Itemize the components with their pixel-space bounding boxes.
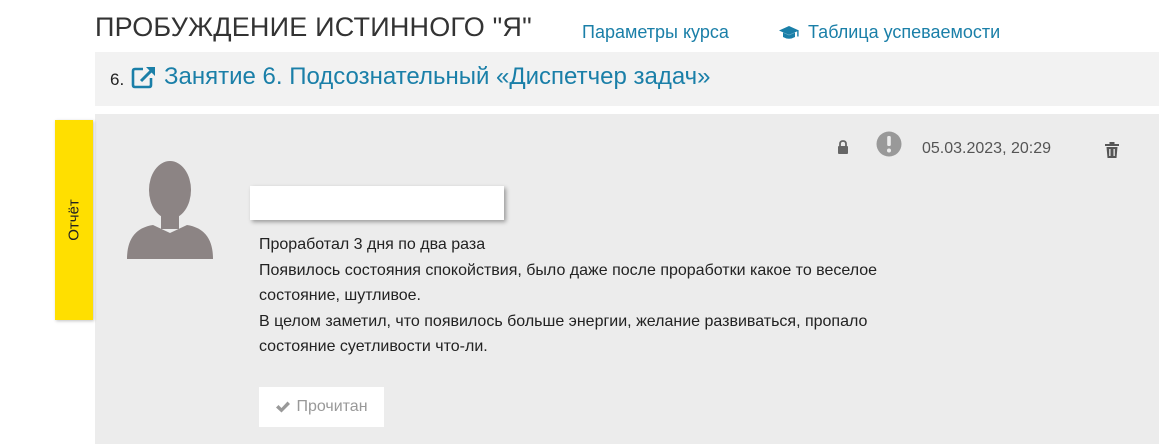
lesson-title: Занятие 6. Подсознательный «Диспетчер за… — [164, 63, 711, 90]
report-tab-label: Отчёт — [65, 199, 83, 241]
report-panel: 05.03.2023, 20:29 Проработал 3 дня по дв… — [95, 114, 1159, 444]
checkmark-icon — [276, 401, 291, 413]
grades-link-label: Таблица успеваемости — [808, 22, 1001, 42]
mark-read-button[interactable]: Прочитан — [259, 387, 384, 427]
report-date: 05.03.2023, 20:29 — [922, 140, 1052, 157]
lesson-bar: 6. Занятие 6. Подсознательный «Диспетчер… — [95, 52, 1159, 106]
trash-icon[interactable] — [1105, 142, 1119, 158]
grades-table-link[interactable]: Таблица успеваемости — [778, 22, 1000, 43]
mark-read-label: Прочитан — [296, 398, 368, 415]
report-line: Появилось состояния спокойствия, было да… — [259, 261, 878, 279]
report-line: состояние суетливости что-ли. — [259, 338, 488, 355]
lesson-title-link[interactable]: Занятие 6. Подсознательный «Диспетчер за… — [131, 63, 711, 91]
course-params-link[interactable]: Параметры курса — [582, 22, 729, 43]
report-text: Проработал 3 дня по два раза Появилось с… — [259, 232, 1019, 360]
course-title: ПРОБУЖДЕНИЕ ИСТИННОГО "Я" — [95, 12, 532, 42]
user-avatar-icon — [127, 161, 213, 259]
report-line: Проработал 3 дня по два раза — [259, 236, 486, 253]
lock-icon — [838, 140, 848, 154]
external-link-icon — [131, 67, 155, 89]
report-tab[interactable]: Отчёт — [55, 120, 93, 320]
page: ПРОБУЖДЕНИЕ ИСТИННОГО "Я" Параметры курс… — [0, 0, 1159, 444]
report-line: состояние, шутливое. — [259, 287, 421, 304]
lesson-number: 6. — [110, 70, 125, 89]
author-name-box — [250, 186, 504, 220]
graduation-cap-icon — [779, 25, 799, 39]
exclamation-circle-icon[interactable] — [876, 131, 902, 157]
report-line: В целом заметил, что появилось больше эн… — [259, 312, 868, 330]
